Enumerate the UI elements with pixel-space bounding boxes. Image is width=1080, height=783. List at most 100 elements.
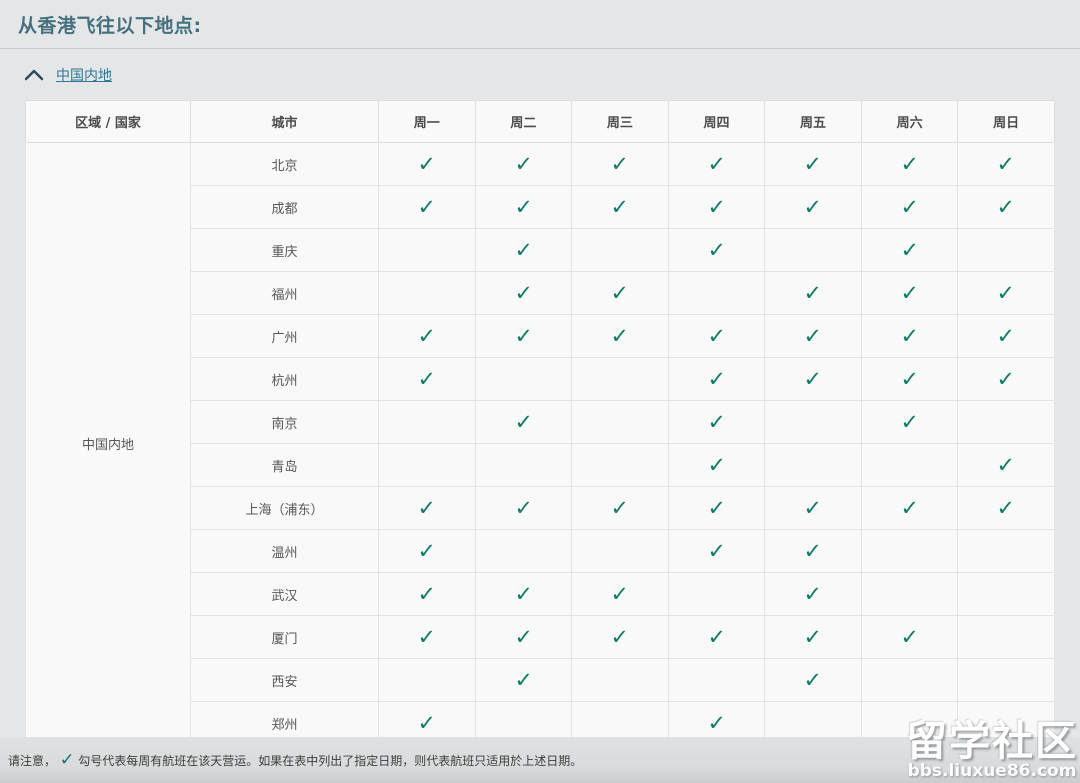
- flight-day-cell: ✓: [475, 659, 572, 702]
- empty-day-cell: [379, 229, 476, 272]
- city-cell: 福州: [191, 272, 379, 315]
- empty-day-cell: [572, 659, 669, 702]
- footer-note-prefix: 请注意，: [8, 752, 56, 769]
- check-icon: ✓: [804, 584, 822, 605]
- empty-day-cell: [572, 229, 669, 272]
- city-cell: 西安: [191, 659, 379, 702]
- check-icon: ✓: [900, 326, 918, 347]
- column-header: 周日: [958, 101, 1055, 143]
- flight-day-cell: ✓: [765, 186, 862, 229]
- footer-note: 请注意， ✓ 勾号代表每周有航班在该天营运。如果在表中列出了指定日期，则代表航班…: [8, 752, 582, 769]
- footer-note-text: 勾号代表每周有航班在该天营运。如果在表中列出了指定日期，则代表航班只适用於上述日…: [78, 752, 582, 769]
- flight-day-cell: ✓: [861, 358, 958, 401]
- check-icon: ✓: [900, 154, 918, 175]
- flight-day-cell: ✓: [475, 401, 572, 444]
- check-icon: ✓: [804, 197, 822, 218]
- check-icon: ✓: [418, 498, 436, 519]
- flight-day-cell: ✓: [861, 487, 958, 530]
- flight-day-cell: ✓: [379, 487, 476, 530]
- flight-day-cell: ✓: [765, 272, 862, 315]
- check-icon: ✓: [804, 283, 822, 304]
- flight-day-cell: ✓: [861, 229, 958, 272]
- check-icon: ✓: [418, 369, 436, 390]
- table-header-row: 区域 / 国家城市周一周二周三周四周五周六周日: [26, 101, 1055, 143]
- check-icon: ✓: [804, 326, 822, 347]
- flight-day-cell: ✓: [958, 487, 1055, 530]
- flight-day-cell: ✓: [379, 143, 476, 186]
- check-icon: ✓: [418, 584, 436, 605]
- flight-day-cell: ✓: [572, 616, 669, 659]
- empty-day-cell: [572, 358, 669, 401]
- flight-day-cell: ✓: [765, 358, 862, 401]
- check-icon: ✓: [997, 154, 1015, 175]
- flight-day-cell: ✓: [765, 315, 862, 358]
- flight-day-cell: ✓: [765, 659, 862, 702]
- table-body: 中国内地北京✓✓✓✓✓✓✓成都✓✓✓✓✓✓✓重庆✓✓✓福州✓✓✓✓✓广州✓✓✓✓…: [26, 143, 1055, 745]
- flight-day-cell: ✓: [572, 143, 669, 186]
- empty-day-cell: [668, 272, 765, 315]
- check-icon: ✓: [804, 154, 822, 175]
- column-header: 城市: [191, 101, 379, 143]
- check-icon: ✓: [900, 627, 918, 648]
- title-divider: [0, 48, 1080, 49]
- flight-day-cell: ✓: [765, 530, 862, 573]
- flight-day-cell: ✓: [861, 143, 958, 186]
- flight-day-cell: ✓: [475, 229, 572, 272]
- city-cell: 北京: [191, 143, 379, 186]
- flight-day-cell: ✓: [379, 530, 476, 573]
- flight-day-cell: ✓: [668, 229, 765, 272]
- region-cell: 中国内地: [26, 143, 191, 745]
- empty-day-cell: [572, 444, 669, 487]
- city-cell: 上海（浦东）: [191, 487, 379, 530]
- flight-day-cell: ✓: [861, 401, 958, 444]
- flight-day-cell: ✓: [958, 186, 1055, 229]
- column-header: 周二: [475, 101, 572, 143]
- flight-day-cell: ✓: [765, 487, 862, 530]
- empty-day-cell: [379, 272, 476, 315]
- check-icon: ✓: [900, 283, 918, 304]
- check-icon: ✓: [418, 326, 436, 347]
- flight-day-cell: ✓: [861, 315, 958, 358]
- check-icon: ✓: [707, 455, 725, 476]
- flight-day-cell: ✓: [765, 143, 862, 186]
- check-icon: ✓: [900, 498, 918, 519]
- flight-day-cell: ✓: [379, 186, 476, 229]
- section-link-mainland-china[interactable]: 中国内地: [56, 65, 112, 85]
- check-icon: ✓: [60, 752, 75, 769]
- flight-day-cell: ✓: [572, 487, 669, 530]
- check-icon: ✓: [804, 541, 822, 562]
- check-icon: ✓: [900, 412, 918, 433]
- check-icon: ✓: [997, 326, 1015, 347]
- empty-day-cell: [475, 530, 572, 573]
- check-icon: ✓: [707, 240, 725, 261]
- flight-day-cell: ✓: [765, 573, 862, 616]
- empty-day-cell: [379, 659, 476, 702]
- flight-day-cell: ✓: [668, 616, 765, 659]
- check-icon: ✓: [514, 412, 532, 433]
- check-icon: ✓: [611, 283, 629, 304]
- check-icon: ✓: [611, 498, 629, 519]
- flight-day-cell: ✓: [379, 616, 476, 659]
- flight-day-cell: ✓: [379, 315, 476, 358]
- flight-day-cell: ✓: [668, 358, 765, 401]
- flight-day-cell: ✓: [668, 186, 765, 229]
- chevron-up-icon[interactable]: [24, 69, 44, 81]
- flight-day-cell: ✓: [668, 530, 765, 573]
- page-title: 从香港飞往以下地点:: [0, 0, 1080, 38]
- flight-day-cell: ✓: [958, 315, 1055, 358]
- check-icon: ✓: [514, 627, 532, 648]
- check-icon: ✓: [707, 326, 725, 347]
- empty-day-cell: [958, 573, 1055, 616]
- check-icon: ✓: [707, 369, 725, 390]
- flight-day-cell: ✓: [668, 401, 765, 444]
- check-icon: ✓: [707, 412, 725, 433]
- check-icon: ✓: [997, 369, 1015, 390]
- city-cell: 温州: [191, 530, 379, 573]
- empty-day-cell: [861, 444, 958, 487]
- column-header: 区域 / 国家: [26, 101, 191, 143]
- table-row: 中国内地北京✓✓✓✓✓✓✓: [26, 143, 1055, 186]
- check-icon: ✓: [707, 498, 725, 519]
- section-toggle-mainland-china[interactable]: 中国内地: [24, 64, 1080, 86]
- flight-day-cell: ✓: [958, 358, 1055, 401]
- check-icon: ✓: [514, 584, 532, 605]
